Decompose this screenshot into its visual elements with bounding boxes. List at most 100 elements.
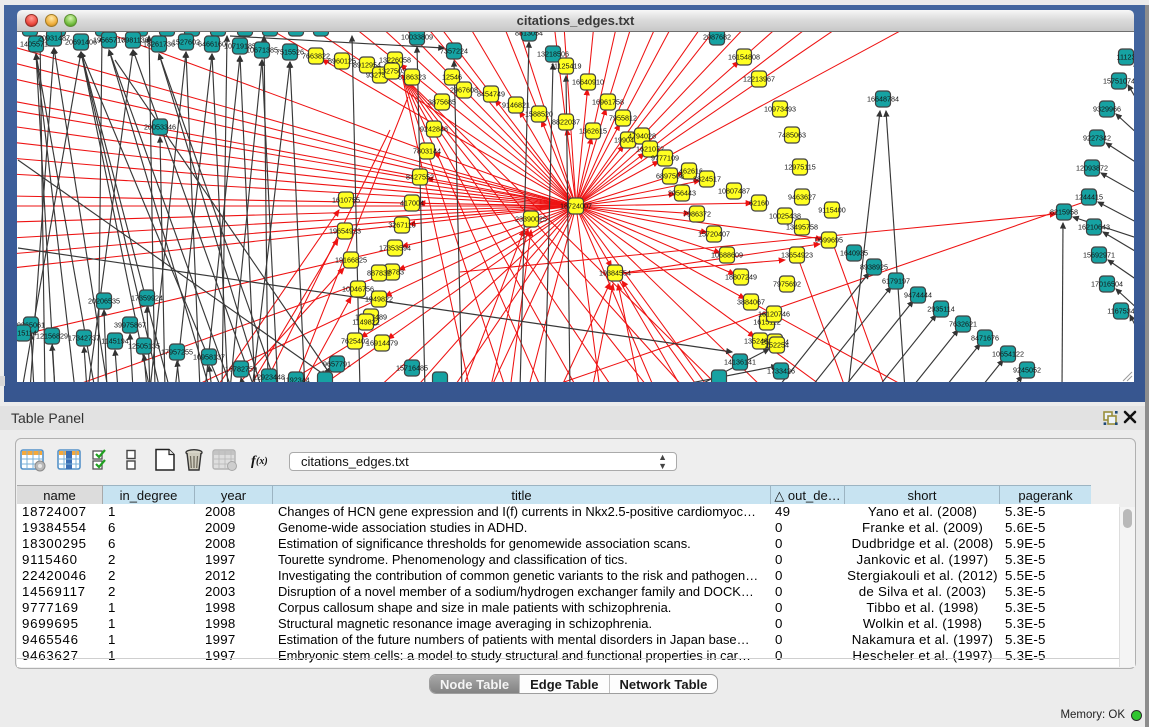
svg-text:62160: 62160 [749,199,769,208]
svg-text:16640910: 16640910 [572,78,604,87]
svg-text:10807487: 10807487 [718,187,750,196]
svg-text:18261736: 18261736 [143,40,175,49]
svg-text:1192344: 1192344 [282,376,309,383]
svg-text:7632621: 7632621 [949,320,977,329]
svg-text:0699695: 0699695 [815,236,843,245]
svg-text:1733426: 1733426 [767,367,795,376]
svg-text:17342737: 17342737 [68,334,100,343]
svg-text:10688609: 10688609 [711,251,743,260]
svg-text:1167534: 1167534 [1107,307,1134,316]
svg-text:7803144: 7803144 [413,147,441,156]
svg-text:8186323: 8186323 [398,73,426,82]
svg-text:9474444: 9474444 [904,291,932,300]
svg-text:15692971: 15692971 [1083,251,1115,260]
svg-text:2056443: 2056443 [668,189,696,198]
svg-text:2967608: 2967608 [450,86,478,95]
svg-text:23390025: 23390025 [515,215,547,224]
svg-text:1640935: 1640935 [840,249,868,258]
svg-text:12546: 12546 [442,73,462,82]
svg-text:19654923: 19654923 [329,227,361,236]
svg-text:7357224: 7357224 [440,47,468,56]
svg-text:9329966: 9329966 [1093,105,1121,114]
svg-text:2087682: 2087682 [703,33,731,42]
svg-text:7515526: 7515526 [276,48,304,57]
svg-text:17359924: 17359924 [131,294,163,303]
svg-text:13495758: 13495758 [786,223,818,232]
svg-text:10671385: 10671385 [246,46,278,55]
svg-text:10033809: 10033809 [401,33,433,42]
svg-text:16961758: 16961758 [592,98,624,107]
svg-text:2935114: 2935114 [927,305,954,314]
svg-text:10046756: 10046756 [342,285,374,294]
svg-text:6466160: 6466160 [198,40,226,49]
svg-text:8960125: 8960125 [328,57,356,66]
svg-text:12505135: 12505135 [128,342,160,351]
svg-text:7986372: 7986372 [683,210,711,219]
svg-text:16154808: 16154808 [728,53,760,62]
svg-text:14136141: 14136141 [724,358,756,367]
svg-text:1610755: 1610755 [332,196,360,205]
svg-text:8215958: 8215958 [1050,208,1078,217]
svg-text:1145194: 1145194 [101,337,128,346]
svg-text:15716485: 15716485 [396,364,428,373]
svg-text:887832: 887832 [367,269,391,278]
svg-text:13654923: 13654923 [781,251,813,260]
svg-text:1149822: 1149822 [352,318,379,327]
svg-text:8427552: 8427552 [406,173,434,182]
svg-text:16120746: 16120746 [758,310,790,319]
svg-text:10958137: 10958137 [193,353,225,362]
svg-text:8454749: 8454749 [477,90,505,99]
svg-text:252254: 252254 [765,341,789,350]
svg-text:9245052: 9245052 [1013,366,1041,375]
svg-text:3884067: 3884067 [737,298,765,307]
svg-text:39975867: 39975867 [114,321,146,330]
svg-text:12156829: 12156829 [36,332,68,341]
svg-text:3915114: 3915114 [17,329,37,338]
svg-text:11125419: 11125419 [551,62,582,71]
svg-text:20206535: 20206535 [88,297,120,306]
svg-text:9657791: 9657791 [323,360,351,369]
svg-text:1244415: 1244415 [1075,193,1103,202]
svg-text:8813054: 8813054 [515,32,543,38]
svg-text:17957255: 17957255 [161,348,193,357]
svg-text:3267110: 3267110 [388,221,415,230]
svg-text:16914479: 16914479 [366,339,398,348]
svg-text:12093872: 12093872 [1076,164,1108,173]
svg-text:7625402: 7625402 [341,337,369,346]
svg-text:1588520: 1588520 [525,110,553,119]
svg-text:9227342: 9227342 [1083,134,1111,143]
svg-text:8938925: 8938925 [860,263,888,272]
svg-text:7485063: 7485063 [778,131,806,140]
svg-text:1527602: 1527602 [172,38,200,47]
svg-text:17353594: 17353594 [379,244,411,253]
svg-text:8471676: 8471676 [971,334,999,343]
svg-text:6179197: 6179197 [882,277,910,286]
svg-text:8822037: 8822037 [552,118,580,127]
svg-text:9146821: 9146821 [502,101,530,110]
svg-text:4794028: 4794028 [628,132,656,141]
svg-text:16210643: 16210643 [1078,223,1110,232]
svg-text:1362615: 1362615 [579,127,607,136]
svg-text:11123: 11123 [1117,53,1134,62]
svg-text:9242848: 9242848 [420,125,448,134]
svg-text:18724007: 18724007 [560,202,592,211]
svg-text:6897508: 6897508 [656,172,684,181]
svg-text:15751074: 15751074 [1103,77,1134,86]
svg-text:3824517: 3824517 [693,175,721,184]
svg-text:9777109: 9777109 [651,154,679,163]
svg-text:19166825: 19166825 [335,256,367,265]
svg-text:15720407: 15720407 [698,230,730,239]
svg-text:7975692: 7975692 [773,280,801,289]
svg-text:17016504: 17016504 [1091,280,1123,289]
svg-text:10654122: 10654122 [992,350,1024,359]
svg-text:12213967: 12213967 [743,75,775,84]
svg-text:18807249: 18807249 [725,273,757,282]
svg-text:16648784: 16648784 [867,95,899,104]
svg-text:(x): (x) [256,456,268,467]
svg-text:1949822: 1949822 [365,295,393,304]
svg-text:13218506: 13218506 [537,50,569,59]
svg-text:19384554: 19384554 [599,269,631,278]
svg-text:417004: 417004 [400,199,424,208]
svg-text:7663822: 7663822 [302,52,330,61]
svg-text:9115400: 9115400 [818,206,845,215]
